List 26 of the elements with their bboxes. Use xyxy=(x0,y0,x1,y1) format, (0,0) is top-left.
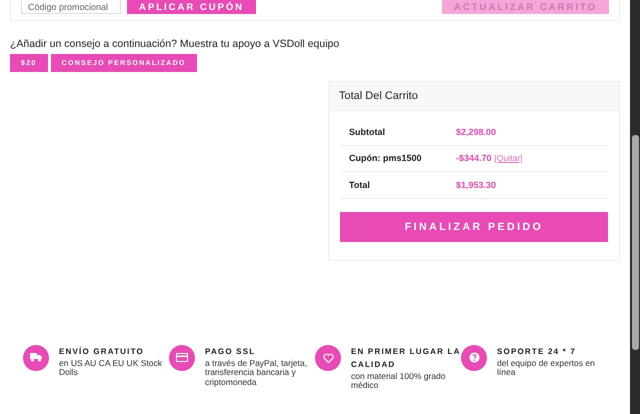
coupon-field[interactable]: Código promocional xyxy=(21,0,121,14)
remove-coupon-link[interactable]: [Quitar] xyxy=(494,153,522,164)
feature-text: a través de PayPal, tarjeta, transferencia bancaria y criptomoneda xyxy=(205,358,308,387)
feature-text: con material 100% grado médico xyxy=(351,372,447,390)
feature-text: del equipo de expertos en línea xyxy=(497,358,596,378)
row-label: Total xyxy=(349,180,371,190)
feature-title: PAGO SSL xyxy=(205,346,256,358)
row-label: Cupón: pms1500 xyxy=(349,153,423,164)
feature-text: en US AU CA EU UK Stock Dolls xyxy=(59,358,163,378)
checkout-button[interactable]: FINALIZAR PEDIDO xyxy=(340,212,608,242)
feature-title: EN PRIMER LUGAR LA CALIDAD xyxy=(351,346,461,370)
tip-prompt: ¿Añadir un consejo a continuación? Muestra tu apoyo a VSDoll equipo xyxy=(10,38,340,50)
credit-card-icon xyxy=(176,353,188,362)
scrollbar[interactable] xyxy=(630,0,640,414)
cart-totals-title: Total Del Carrito xyxy=(329,82,619,111)
row-value: $1,953.30 xyxy=(456,180,496,190)
heart-icon xyxy=(322,352,334,362)
question-icon xyxy=(468,352,480,363)
scrollbar-thumb[interactable] xyxy=(632,135,638,350)
feature-title: SOPORTE 24 * 7 xyxy=(497,346,578,358)
apply-coupon-button[interactable]: APLICAR CUPÓN xyxy=(127,0,256,14)
row-value: $2,298.00 xyxy=(456,126,496,137)
truck-icon xyxy=(30,353,42,362)
row-label: Subtotal xyxy=(349,126,386,137)
feature-title: ENVÍO GRATUITO xyxy=(59,346,145,358)
row-value: -$344.70 xyxy=(456,153,492,164)
